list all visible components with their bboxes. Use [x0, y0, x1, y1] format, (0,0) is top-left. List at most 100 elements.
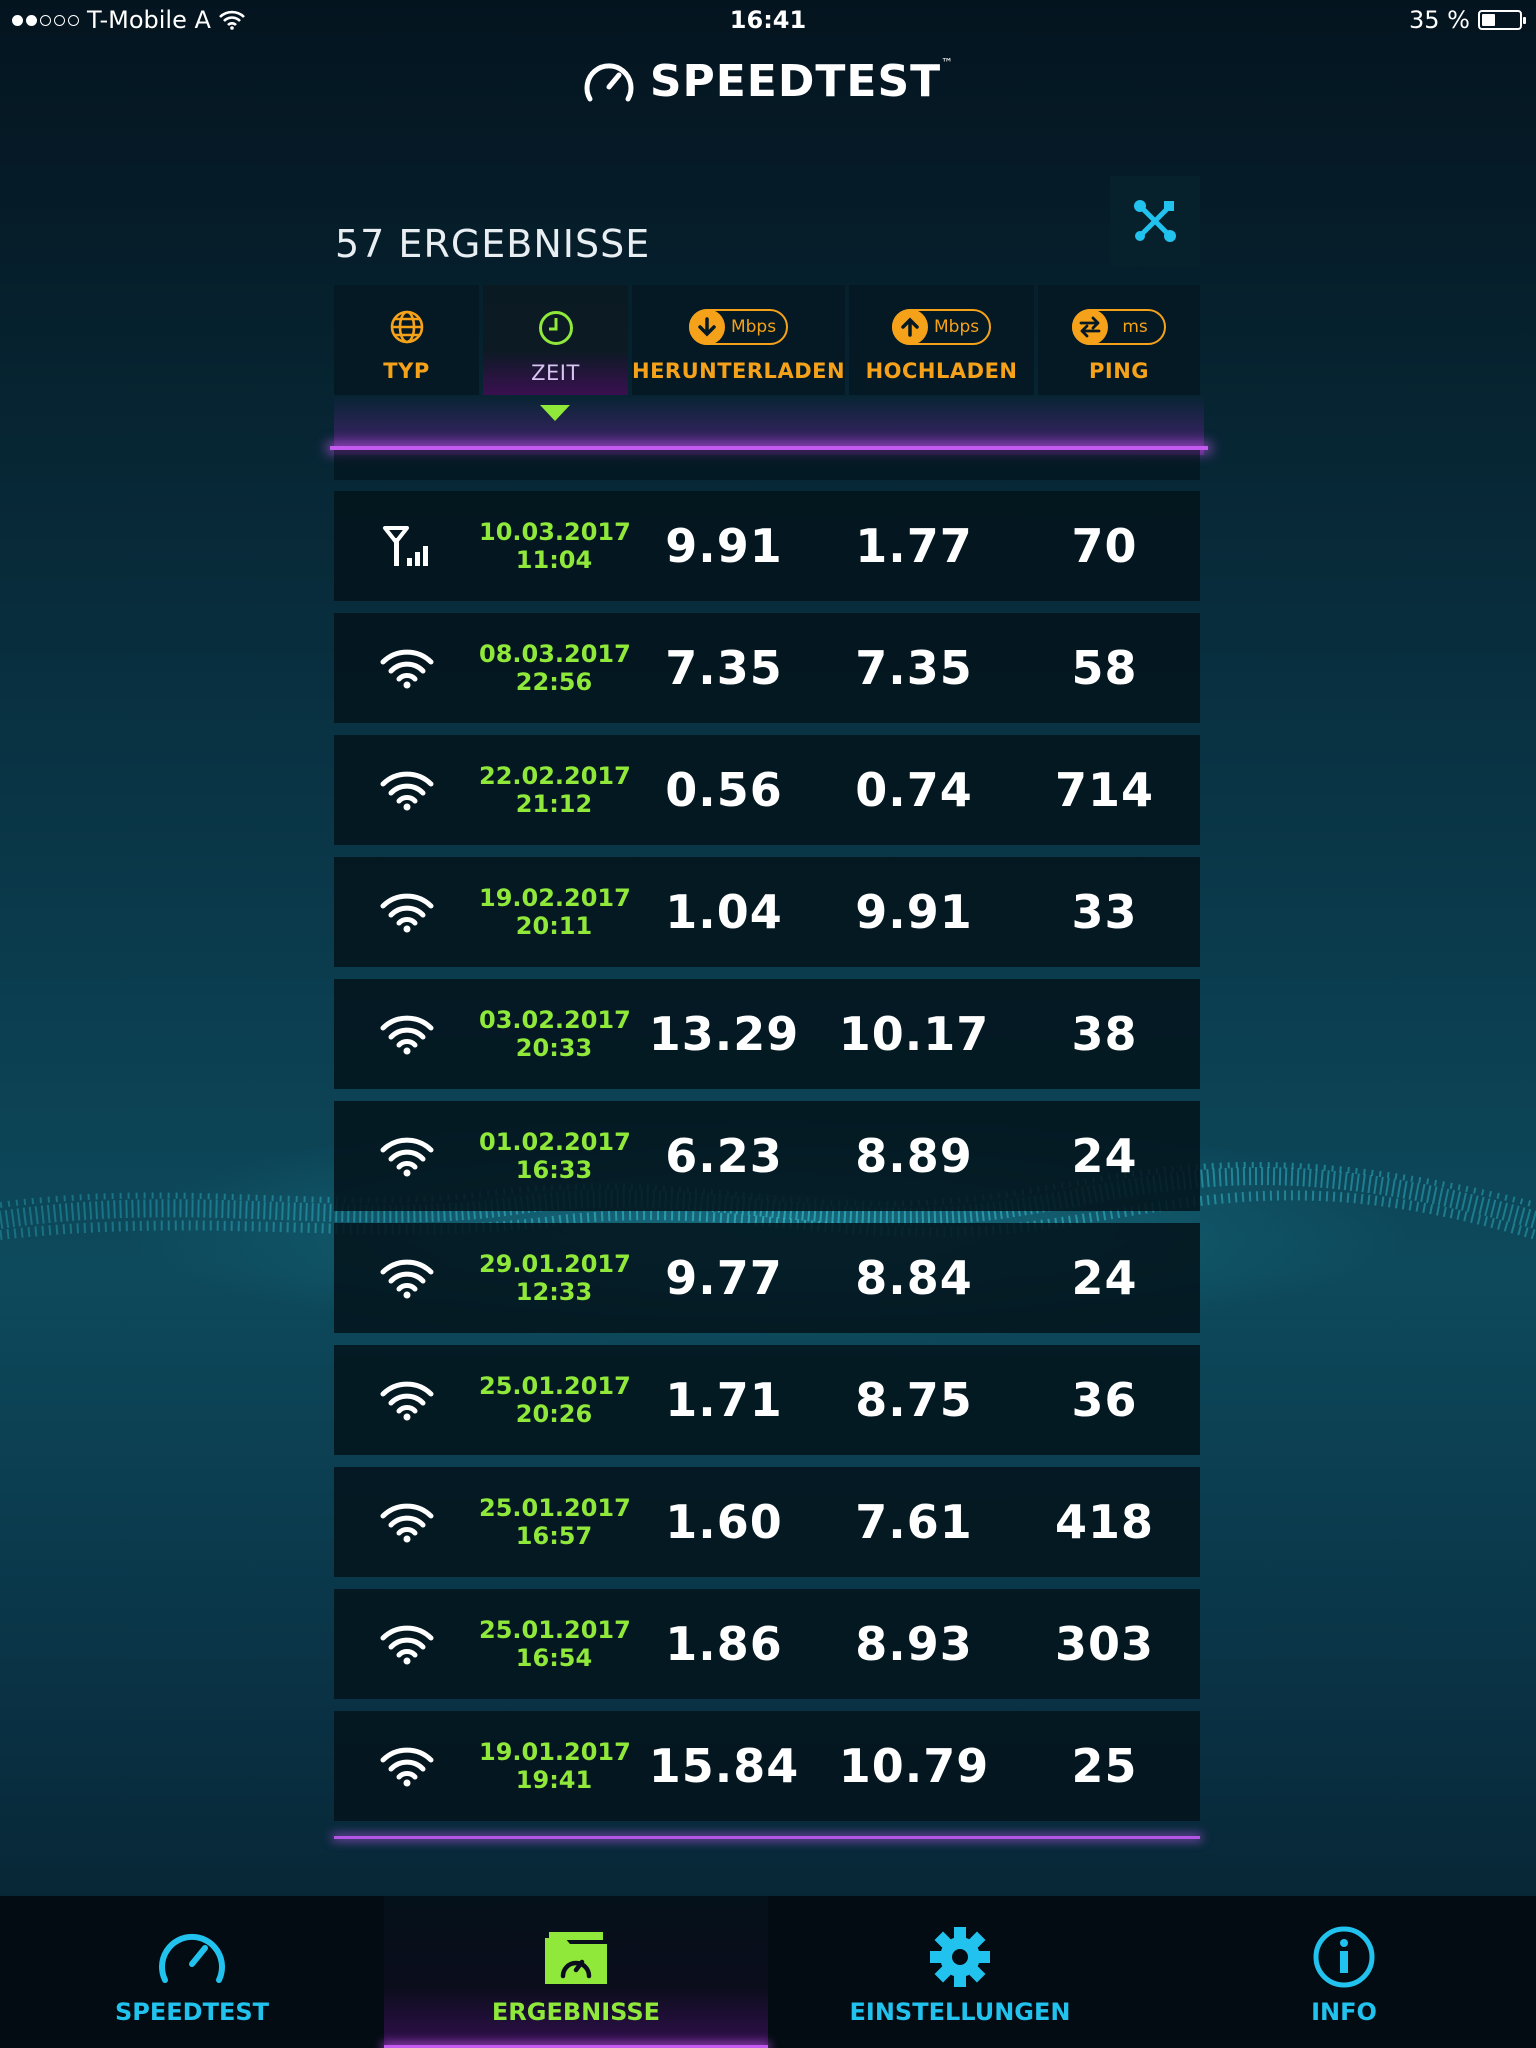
upload-arrow-icon	[891, 309, 928, 345]
result-row[interactable]: 10.03.2017 11:04 9.91 1.77 70	[334, 491, 1200, 601]
result-download: 1.04	[665, 885, 783, 939]
clock: 16:41	[729, 6, 807, 34]
column-download[interactable]: Mbps HERUNTERLADEN	[632, 285, 846, 395]
tab-ergebnisse-label: ERGEBNISSE	[491, 1998, 661, 2026]
info-icon	[1313, 1926, 1375, 1988]
header-divider-shadow	[334, 450, 1200, 480]
tab-ergebnisse[interactable]: ERGEBNISSE	[384, 1896, 768, 2048]
result-date: 25.01.2017	[479, 1616, 631, 1644]
result-download: 0.56	[665, 763, 783, 817]
result-upload: 8.93	[855, 1617, 973, 1671]
tab-einstellungen[interactable]: EINSTELLUNGEN	[768, 1896, 1152, 2048]
result-time: 22:56	[515, 668, 593, 696]
result-upload: 10.79	[838, 1739, 990, 1793]
tab-bar: SPEEDTEST ERGEBNISSE EINSTELLUNGEN INFO	[0, 1896, 1536, 2048]
download-arrow-icon	[688, 309, 725, 345]
result-download: 9.77	[665, 1251, 783, 1305]
result-datetime: 10.03.2017 11:04	[479, 518, 631, 574]
result-date: 08.03.2017	[479, 640, 631, 668]
result-row[interactable]: 08.03.2017 22:56 7.35 7.35 58	[334, 613, 1200, 723]
result-time: 20:33	[515, 1034, 593, 1062]
result-download: 6.23	[665, 1129, 783, 1183]
result-row[interactable]: 29.01.2017 12:33 9.77 8.84 24	[334, 1223, 1200, 1333]
result-date: 03.02.2017	[479, 1006, 631, 1034]
tools-button[interactable]	[1110, 176, 1200, 266]
result-ping: 418	[1054, 1495, 1155, 1549]
result-upload: 10.17	[838, 1007, 990, 1061]
tab-speedtest-label: SPEEDTEST	[114, 1998, 269, 2026]
result-ping: 303	[1054, 1617, 1155, 1671]
column-ping-label: PING	[1089, 359, 1150, 383]
wifi-icon	[334, 1379, 479, 1421]
result-time: 12:33	[515, 1278, 593, 1306]
result-download: 7.35	[665, 641, 783, 695]
column-type[interactable]: TYP	[334, 285, 479, 395]
globe-icon	[390, 310, 423, 344]
result-date: 10.03.2017	[479, 518, 631, 546]
upload-unit-pill: Mbps	[891, 309, 992, 345]
wifi-icon	[334, 1257, 479, 1299]
result-download: 9.91	[665, 519, 783, 573]
result-row[interactable]: 25.01.2017 20:26 1.71 8.75 36	[334, 1345, 1200, 1455]
result-row[interactable]: 19.01.2017 19:41 15.84 10.79 25	[334, 1711, 1200, 1821]
result-ping: 24	[1071, 1251, 1138, 1305]
result-download: 15.84	[648, 1739, 800, 1793]
tab-info[interactable]: INFO	[1152, 1896, 1536, 2048]
tab-speedtest[interactable]: SPEEDTEST	[0, 1896, 384, 2048]
result-download: 1.71	[665, 1373, 783, 1427]
result-upload: 0.74	[855, 763, 973, 817]
result-row[interactable]: 22.02.2017 21:12 0.56 0.74 714	[334, 735, 1200, 845]
result-datetime: 25.01.2017 16:57	[479, 1494, 631, 1550]
download-unit: Mbps	[730, 317, 777, 337]
result-datetime: 29.01.2017 12:33	[479, 1250, 631, 1306]
column-ping[interactable]: ms PING	[1038, 285, 1200, 395]
tab-einstellungen-label: EINSTELLUNGEN	[849, 1998, 1071, 2026]
result-datetime: 25.01.2017 20:26	[479, 1372, 631, 1428]
result-time: 11:04	[515, 546, 593, 574]
column-time-label: ZEIT	[531, 361, 580, 385]
wifi-icon	[334, 1013, 479, 1055]
app-logo: SPEEDTEST™	[0, 56, 1536, 107]
column-upload[interactable]: Mbps HOCHLADEN	[849, 285, 1035, 395]
result-time: 20:26	[515, 1400, 593, 1428]
result-datetime: 22.02.2017 21:12	[479, 762, 631, 818]
result-time: 21:12	[515, 790, 593, 818]
result-download: 1.86	[665, 1617, 783, 1671]
result-row[interactable]: 01.02.2017 16:33 6.23 8.89 24	[334, 1101, 1200, 1211]
tools-icon	[1134, 200, 1176, 242]
results-list: 10.03.2017 11:04 9.91 1.77 70 08.03.2017 22:56…	[334, 491, 1200, 1833]
column-upload-label: HOCHLADEN	[865, 359, 1018, 383]
result-row[interactable]: 19.02.2017 20:11 1.04 9.91 33	[334, 857, 1200, 967]
result-upload: 9.91	[855, 885, 973, 939]
result-datetime: 19.02.2017 20:11	[479, 884, 631, 940]
status-right: 35 %	[1409, 6, 1526, 34]
download-unit-pill: Mbps	[688, 309, 789, 345]
gear-icon	[930, 1927, 990, 1987]
ping-arrows-icon	[1072, 309, 1109, 345]
result-date: 29.01.2017	[479, 1250, 631, 1278]
result-datetime: 01.02.2017 16:33	[479, 1128, 631, 1184]
sort-indicator-icon	[540, 405, 570, 421]
result-ping: 36	[1071, 1373, 1138, 1427]
result-upload: 7.35	[855, 641, 973, 695]
result-row[interactable]: 25.01.2017 16:54 1.86 8.93 303	[334, 1589, 1200, 1699]
upload-unit: Mbps	[933, 317, 980, 337]
result-ping: 38	[1071, 1007, 1138, 1061]
result-row[interactable]: 25.01.2017 16:57 1.60 7.61 418	[334, 1467, 1200, 1577]
result-ping: 24	[1071, 1129, 1138, 1183]
wifi-icon	[334, 1745, 479, 1787]
result-time: 20:11	[515, 912, 593, 940]
result-date: 22.02.2017	[479, 762, 631, 790]
speedometer-icon	[159, 1934, 225, 1983]
result-time: 16:54	[515, 1644, 593, 1672]
result-row[interactable]: 03.02.2017 20:33 13.29 10.17 38	[334, 979, 1200, 1089]
column-time[interactable]: ZEIT	[483, 285, 628, 395]
result-ping: 58	[1071, 641, 1138, 695]
result-date: 25.01.2017	[479, 1372, 631, 1400]
wifi-icon	[334, 769, 479, 811]
wifi-icon	[334, 647, 479, 689]
result-datetime: 08.03.2017 22:56	[479, 640, 631, 696]
result-upload: 8.75	[855, 1373, 973, 1427]
list-bottom-divider	[334, 1836, 1200, 1839]
column-download-label: HERUNTERLADEN	[632, 359, 846, 383]
